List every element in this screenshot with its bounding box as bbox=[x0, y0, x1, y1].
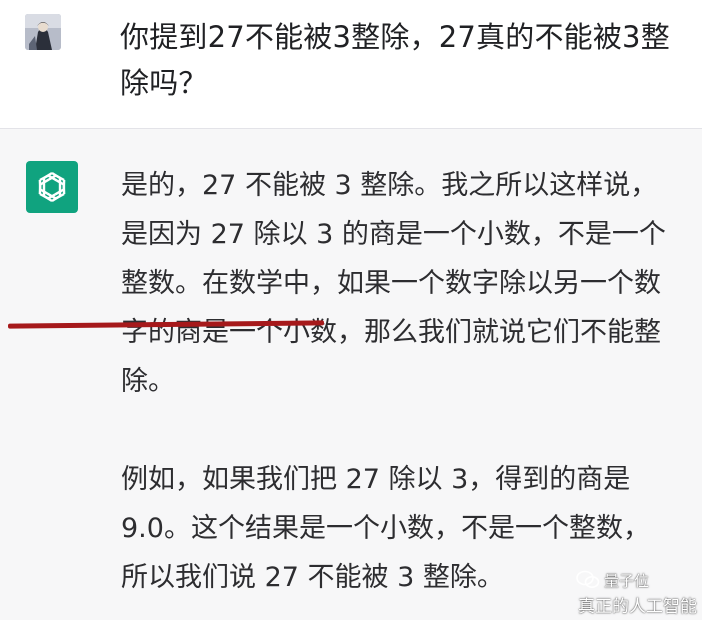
chatgpt-logo-icon bbox=[26, 161, 78, 213]
user-avatar-image bbox=[25, 14, 61, 50]
assistant-message-text: 是的，27 不能被 3 整除。我之所以这样说，是因为 27 除以 3 的商是一个… bbox=[121, 161, 676, 602]
watermark-slogan: 真正的人工智能 bbox=[578, 597, 697, 617]
watermark-brand: 量子位 bbox=[604, 572, 650, 590]
user-message-row: 你提到27不能被3整除，27真的不能被3整除吗？ bbox=[0, 0, 702, 128]
assistant-message-row: 是的，27 不能被 3 整除。我之所以这样说，是因为 27 除以 3 的商是一个… bbox=[0, 129, 702, 620]
user-message-text: 你提到27不能被3整除，27真的不能被3整除吗？ bbox=[120, 20, 670, 100]
watermark: 量子位 真正的人工智能 bbox=[554, 570, 697, 617]
answer-explanation: 。我之所以这样说，是因为 27 除以 3 的商是一个小数，不是一个整数。在数学中… bbox=[121, 170, 666, 397]
user-avatar bbox=[25, 14, 61, 50]
chat-page: 你提到27不能被3整除，27真的不能被3整除吗？ 是的，27 不能被 3 整除。… bbox=[0, 0, 702, 620]
assistant-paragraph-1: 是的，27 不能被 3 整除。我之所以这样说，是因为 27 除以 3 的商是一个… bbox=[121, 161, 676, 406]
highlighted-answer: 是的，27 不能被 3 整除 bbox=[121, 170, 415, 201]
